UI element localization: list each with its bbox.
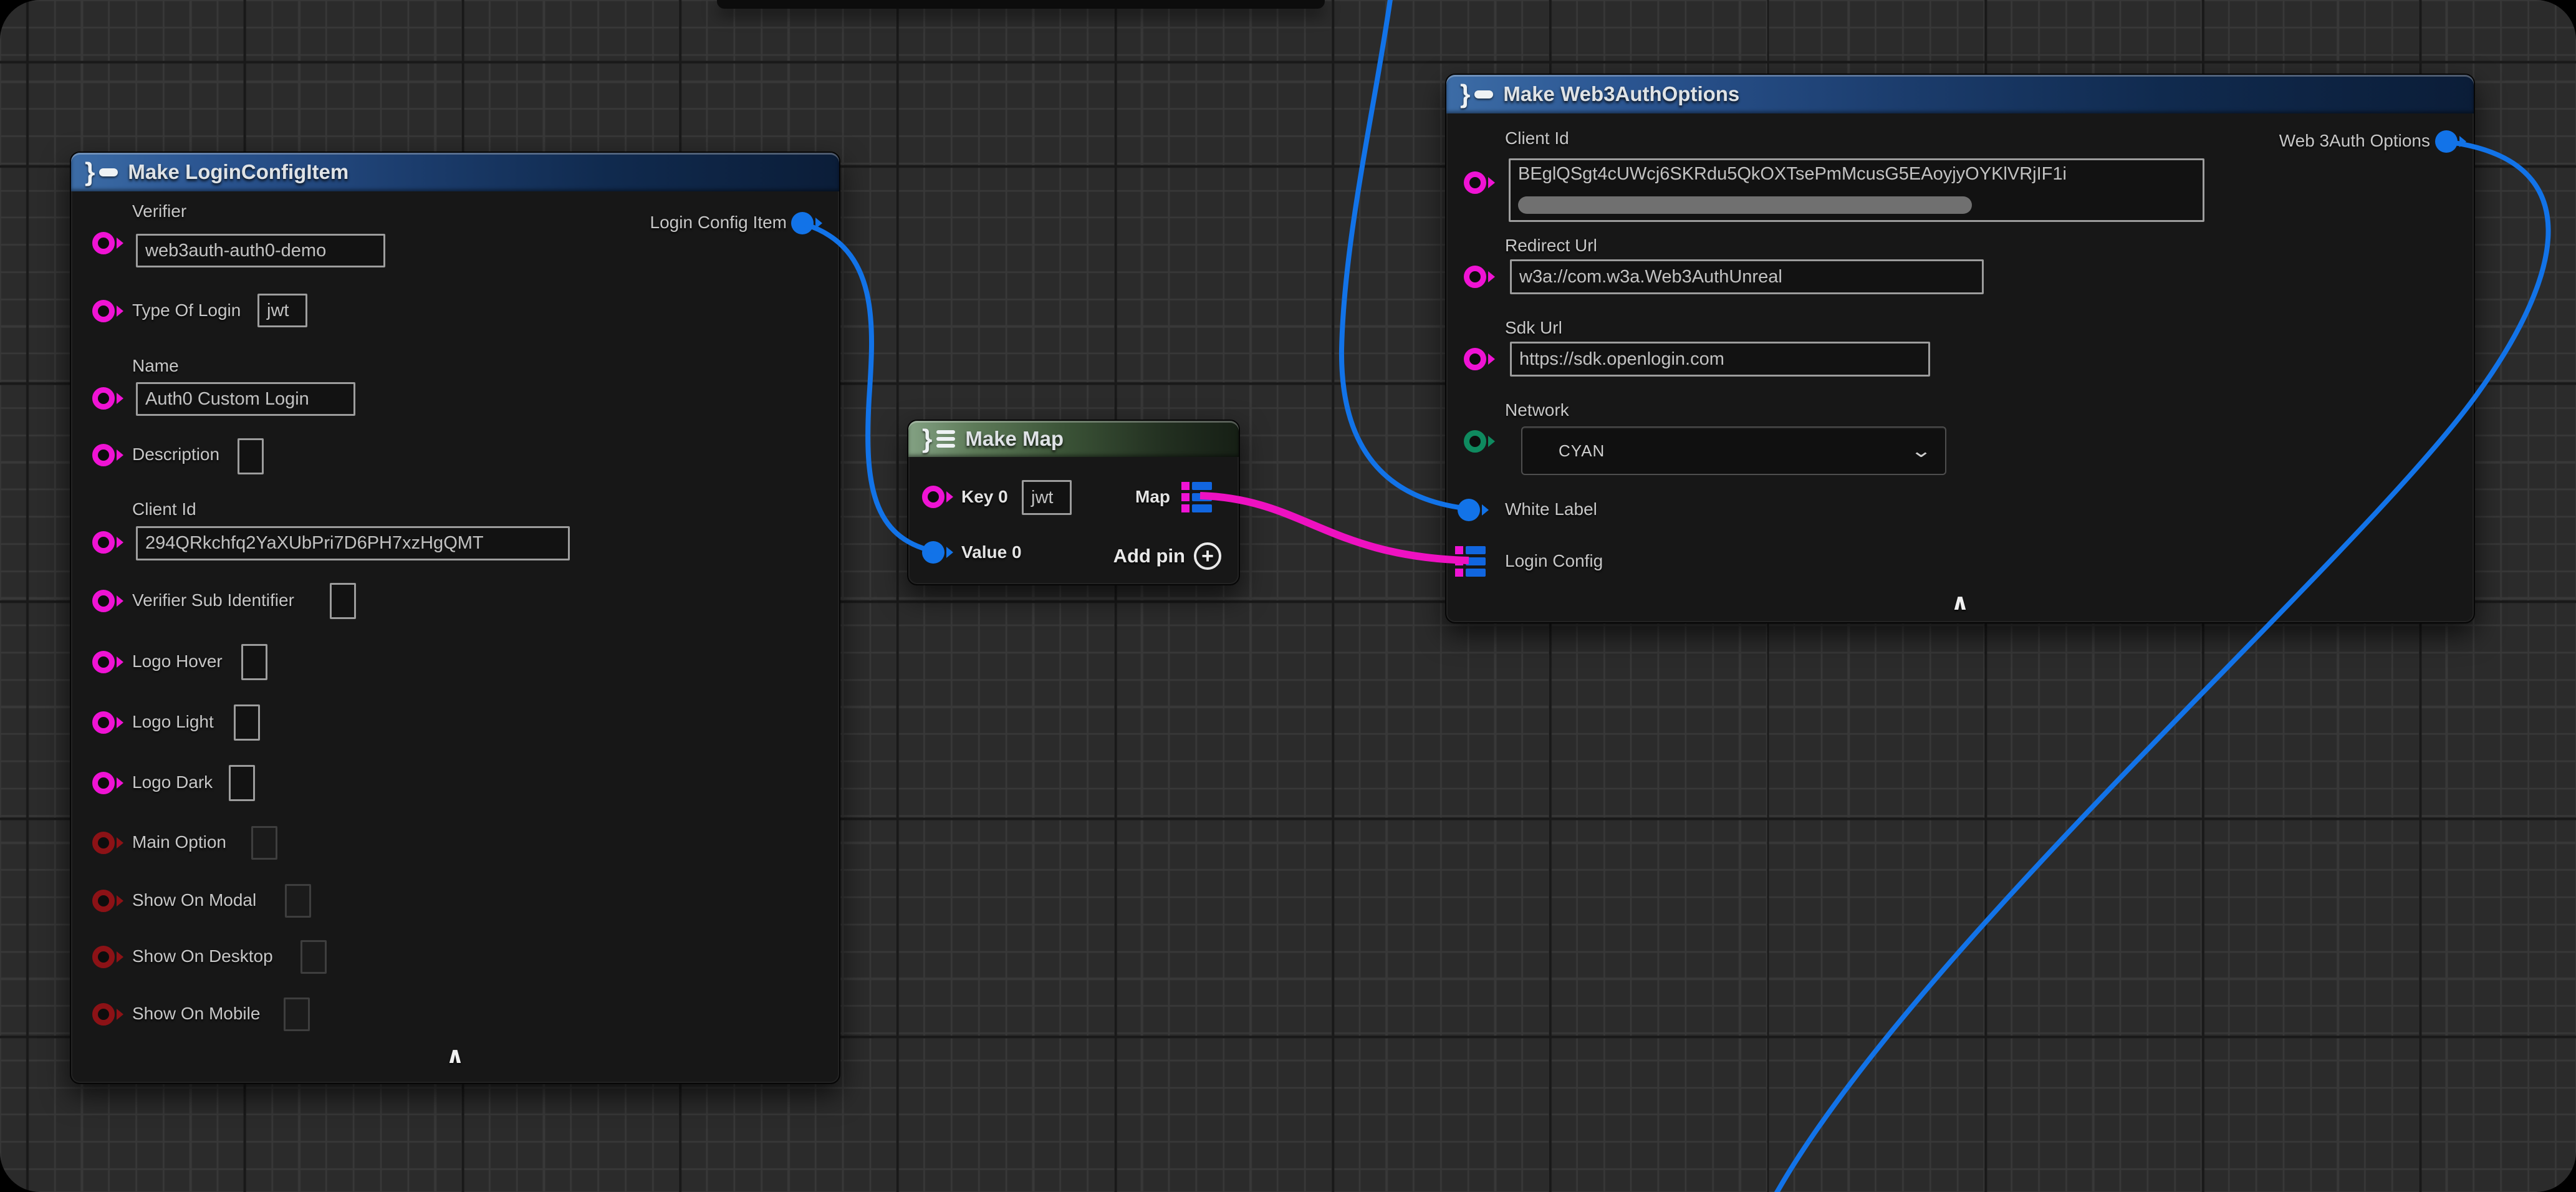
make-map-icon: }: [922, 426, 955, 451]
logo-hover-label: Logo Hover: [132, 651, 223, 671]
node-header[interactable]: } Make LoginConfigItem: [71, 153, 839, 191]
chevron-down-icon: ⌄: [1910, 440, 1932, 462]
pin-verifier-sub-identifier[interactable]: [92, 590, 123, 612]
main-option-checkbox[interactable]: [251, 826, 277, 860]
pin-show-on-desktop[interactable]: [92, 946, 123, 968]
logo-dark-input[interactable]: [229, 765, 255, 801]
node-title: Make Web3AuthOptions: [1503, 82, 1739, 106]
pin-main-option[interactable]: [92, 832, 123, 854]
pin-name[interactable]: [92, 387, 123, 410]
sdk-url-input[interactable]: https://sdk.openlogin.com: [1510, 342, 1930, 377]
main-option-label: Main Option: [132, 832, 226, 852]
output-label: Web 3Auth Options: [2279, 131, 2430, 151]
description-label: Description: [132, 445, 219, 464]
make-struct-icon: }: [85, 160, 118, 185]
output-label: Login Config Item: [650, 213, 787, 233]
verifier-label: Verifier: [132, 201, 186, 221]
pin-client-id[interactable]: [92, 531, 123, 554]
white-label-label: White Label: [1505, 499, 1597, 519]
client-id-input[interactable]: BEglQSgt4cUWcj6SKRdu5QkOXTsePmMcusG5EAoy…: [1509, 158, 2204, 222]
name-label: Name: [132, 356, 179, 376]
description-input[interactable]: [238, 438, 264, 474]
pin-key-0[interactable]: [922, 486, 953, 508]
key-0-label: Key 0: [961, 487, 1008, 507]
logo-light-input[interactable]: [234, 704, 260, 741]
show-on-mobile-label: Show On Mobile: [132, 1004, 260, 1024]
verifier-sub-identifier-input[interactable]: [330, 583, 356, 619]
show-on-modal-checkbox[interactable]: [285, 884, 311, 918]
client-id-scrollbar[interactable]: [1518, 196, 1972, 214]
pin-redirect-url[interactable]: [1464, 266, 1495, 288]
network-dropdown[interactable]: CYAN ⌄: [1521, 426, 1946, 475]
collapse-button[interactable]: ∧: [1951, 591, 1969, 613]
show-on-desktop-label: Show On Desktop: [132, 946, 273, 966]
pin-value-0[interactable]: [922, 541, 953, 564]
add-pin-button[interactable]: Add pin +: [1113, 542, 1221, 570]
type-of-login-input[interactable]: jwt: [257, 294, 307, 327]
pin-network[interactable]: [1464, 430, 1495, 453]
pin-logo-hover[interactable]: [92, 651, 123, 673]
pin-show-on-mobile[interactable]: [92, 1003, 123, 1026]
verifier-sub-identifier-label: Verifier Sub Identifier: [132, 590, 294, 610]
client-id-label: Client Id: [1505, 128, 1569, 148]
map-output-label: Map: [1135, 487, 1170, 507]
collapse-button[interactable]: ∧: [446, 1044, 464, 1067]
logo-dark-label: Logo Dark: [132, 772, 213, 792]
login-config-label: Login Config: [1505, 551, 1603, 571]
node-header[interactable]: } Make Map: [908, 421, 1239, 457]
pin-logo-dark[interactable]: [92, 772, 123, 794]
node-title: Make LoginConfigItem: [128, 160, 348, 184]
pin-client-id[interactable]: [1464, 171, 1495, 194]
pin-logo-light[interactable]: [92, 711, 123, 734]
offscreen-node-edge: [717, 0, 1325, 9]
sdk-url-label: Sdk Url: [1505, 318, 1562, 338]
blueprint-graph-canvas[interactable]: } Make LoginConfigItem Verifier web3auth…: [0, 0, 2576, 1192]
node-make-loginconfigitem[interactable]: } Make LoginConfigItem Verifier web3auth…: [70, 151, 840, 1084]
show-on-mobile-checkbox[interactable]: [284, 997, 310, 1031]
node-header[interactable]: } Make Web3AuthOptions: [1446, 75, 2474, 113]
make-struct-icon: }: [1460, 82, 1493, 107]
verifier-input[interactable]: web3auth-auth0-demo: [136, 234, 385, 267]
show-on-desktop-checkbox[interactable]: [300, 940, 327, 974]
redirect-url-input[interactable]: w3a://com.w3a.Web3AuthUnreal: [1510, 259, 1984, 294]
value-0-label: Value 0: [961, 542, 1022, 562]
pin-show-on-modal[interactable]: [92, 890, 123, 912]
wire-map-to-loginconfig[interactable]: [1200, 496, 1469, 560]
show-on-modal-label: Show On Modal: [132, 890, 256, 910]
network-value: CYAN: [1559, 441, 1605, 461]
name-input[interactable]: Auth0 Custom Login: [136, 382, 355, 416]
node-make-map[interactable]: } Make Map Key 0 jwt Map Value 0 Add pin…: [907, 420, 1240, 585]
type-of-login-label: Type Of Login: [132, 300, 241, 320]
key-0-input[interactable]: jwt: [1022, 480, 1072, 515]
logo-hover-input[interactable]: [241, 644, 267, 680]
redirect-url-label: Redirect Url: [1505, 236, 1597, 256]
client-id-input[interactable]: 294QRkchfq2YaXUbPri7D6PH7xzHgQMT: [136, 526, 570, 560]
pin-description[interactable]: [92, 444, 123, 466]
logo-light-label: Logo Light: [132, 712, 214, 732]
pin-sdk-url[interactable]: [1464, 348, 1495, 370]
node-title: Make Map: [965, 427, 1064, 451]
client-id-label: Client Id: [132, 499, 196, 519]
node-make-web3authoptions[interactable]: } Make Web3AuthOptions Client Id BEglQSg…: [1445, 74, 2475, 623]
pin-type-of-login[interactable]: [92, 300, 123, 322]
network-label: Network: [1505, 400, 1569, 420]
add-pin-icon: +: [1194, 542, 1221, 570]
pin-verifier[interactable]: [92, 232, 123, 254]
